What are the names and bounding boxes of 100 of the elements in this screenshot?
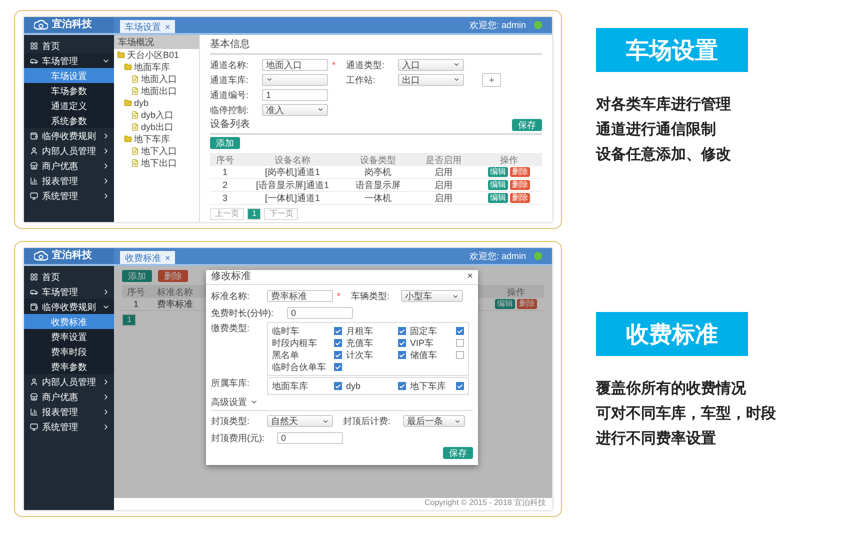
checkbox[interactable] [456,339,464,347]
delete-button[interactable]: 删除 [510,193,530,203]
tree-node[interactable]: 地面入口 [131,73,199,85]
menu-icon [30,422,38,430]
required-mark: * [337,290,342,302]
sidebar-subitem[interactable]: 收费标准 [24,314,114,329]
advanced-toggle[interactable]: 高级设置 [211,396,473,411]
tree-node[interactable]: 天台小区B01 [117,49,199,61]
tree-node[interactable]: dyb出口 [131,121,199,133]
delete-button[interactable]: 删除 [510,180,530,190]
caret-icon [453,76,460,83]
sidebar-item[interactable]: 商户优惠 [24,389,114,404]
sidebar-item[interactable]: 首页 [24,38,114,53]
checkbox[interactable] [456,382,464,390]
logo-icon [34,251,48,261]
status-dot [534,252,542,260]
caret-icon [452,292,459,300]
sidebar-item[interactable]: 商户优惠 [24,158,114,173]
folder-icon [124,63,132,71]
checkbox[interactable] [334,339,342,347]
required-mark: * [332,58,337,70]
column-header: 序号 [210,153,240,166]
tree-node[interactable]: 地面出口 [131,85,199,97]
input-field[interactable]: 0 [277,432,343,444]
add-button[interactable]: + [482,72,502,86]
checkbox[interactable] [334,382,342,390]
select-field[interactable]: 出口 [398,74,464,86]
field-label: 标准名称: [211,290,251,302]
sidebar-item[interactable]: 系统管理 [24,188,114,203]
checkbox[interactable] [334,327,342,335]
caret-icon [266,76,273,83]
checkbox[interactable] [398,327,406,335]
table-cell: 语音显示屏 [345,179,411,192]
table-cell: [一体机]通道1 [240,192,346,205]
sidebar-subitem[interactable]: 费率时段 [24,344,114,359]
select-field[interactable]: 准入 [262,104,328,116]
sidebar-subitem[interactable]: 车场参数 [24,83,114,98]
tree-node[interactable]: dyb入口 [131,109,199,121]
field-label: 车辆类型: [351,290,391,302]
select-field[interactable]: 入口 [398,58,464,70]
delete-button[interactable]: 删除 [510,167,530,177]
field-label: 通道车库: [210,74,250,86]
logo-icon [34,20,48,30]
input-field[interactable]: 0 [287,307,353,319]
checkbox[interactable] [456,351,464,359]
checkbox[interactable] [398,382,406,390]
checkbox-label: 充值车 [346,337,373,349]
checkbox[interactable] [334,351,342,359]
select-field[interactable]: 最后一条 [403,415,465,427]
input-field[interactable]: 地面入口 [262,58,328,70]
checkbox-label: 黑名单 [272,349,299,361]
tree-node[interactable]: 地下出口 [131,157,199,169]
sidebar-item[interactable]: 报表管理 [24,173,114,188]
sidebar-item[interactable]: 车场管理 [24,53,114,68]
sidebar-subitem[interactable]: 通道定义 [24,98,114,113]
checkbox[interactable] [334,363,342,371]
tree-node[interactable]: dyb [124,97,199,109]
sidebar-item[interactable]: 临停收费规则 [24,299,114,314]
close-button[interactable]: × [467,271,473,283]
checkbox[interactable] [398,351,406,359]
field-label: 缴费类型: [211,322,251,334]
sidebar-item[interactable]: 临停收费规则 [24,128,114,143]
sidebar-item[interactable]: 内部人员管理 [24,374,114,389]
description-line: 对各类车库进行管理 [596,95,732,115]
sidebar-subitem[interactable]: 费率参数 [24,359,114,374]
tree-node[interactable]: 地面车库 [124,61,199,73]
checkbox-label: 地面车库 [272,380,308,392]
checkbox[interactable] [398,339,406,347]
input-field[interactable]: 1 [262,88,328,100]
sidebar-item[interactable]: 报表管理 [24,404,114,419]
checkbox-label: 固定车 [410,325,437,337]
sidebar-item[interactable]: 系统管理 [24,419,114,434]
folder-icon [124,135,132,143]
sidebar-item[interactable]: 内部人员管理 [24,143,114,158]
select-field[interactable]: 小型车 [401,290,463,302]
sidebar-subitem[interactable]: 系统参数 [24,113,114,128]
table-cell: 2 [210,179,240,192]
column-header: 操作 [476,153,542,166]
select-field[interactable] [262,74,328,86]
checkbox-label: dyb [346,380,361,392]
select-field[interactable]: 自然天 [267,415,333,427]
column-header: 序号 [122,285,150,298]
checkbox[interactable] [456,327,464,335]
checkbox-label: VIP车 [410,337,434,349]
input-field[interactable]: 费率标准 [267,290,333,302]
page-tab[interactable]: 车场设置 × [120,20,176,33]
tree-header: 车场概况 [114,35,199,49]
menu-icon [30,272,38,280]
table-cell: [语音显示屏]通道1 [240,179,346,192]
sidebar-item[interactable]: 车场管理 [24,284,114,299]
sidebar-subitem[interactable]: 费率设置 [24,329,114,344]
sidebar-subitem[interactable]: 车场设置 [24,68,114,83]
sidebar-item[interactable]: 首页 [24,269,114,284]
logo-text: 宜泊科技 [52,250,92,262]
menu-icon [30,302,38,310]
file-icon [131,147,139,155]
page-tab[interactable]: 收费标准 × [120,251,176,264]
table-cell: 一体机 [345,192,411,205]
tree-node[interactable]: 地下车库 [124,133,199,145]
tree-node[interactable]: 地下入口 [131,145,199,157]
